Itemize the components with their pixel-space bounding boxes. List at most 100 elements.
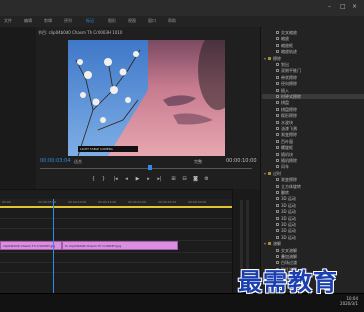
mark-in-icon[interactable]: { [90,176,97,183]
effects-item[interactable]: 油漆飞溅 [262,126,364,131]
effect-icon [276,120,279,124]
timeline-playhead[interactable] [53,199,54,293]
effects-item[interactable]: 带状擦除 [262,75,364,80]
effects-item-label: 风车 [281,164,289,170]
effects-folder[interactable]: ▾ 擦除 [262,56,364,61]
effects-item-label: 楔形擦除 [281,113,297,119]
effects-item-label: 棋盘 [281,100,289,106]
effect-icon [276,152,279,156]
effects-item[interactable]: 楔形擦除 [262,113,364,118]
effects-item[interactable]: 3D 运动 [262,196,364,201]
menu-item[interactable]: 窗口 [148,18,156,24]
effects-item-label: 3D 运动 [281,228,296,234]
source-panel [0,27,37,189]
track-divider [0,218,232,219]
effects-folder[interactable]: ▾ 溶解 [262,241,364,246]
effects-item[interactable]: 渐变擦除 [262,132,364,137]
menu-item[interactable]: 图形 [108,18,116,24]
effect-icon [276,223,279,226]
export-frame-icon[interactable]: ◙ [192,176,199,183]
effects-item[interactable]: 时钟式擦除 [262,94,364,99]
effects-item[interactable]: 翻转 [262,190,364,195]
fit-dropdown[interactable]: 适合 [74,159,82,165]
effects-item[interactable]: 交叉缩放 [262,30,364,35]
settings-icon[interactable]: ⚙ [203,176,210,183]
chevron-down-icon[interactable]: ▾ [264,241,266,246]
effects-item[interactable]: 径向擦除 [262,81,364,86]
effects-item[interactable]: 随机块 [262,152,364,157]
effects-item[interactable]: 风车 [262,164,364,169]
resolution-dropdown[interactable]: 完整 [194,159,202,165]
menu-item[interactable]: 序列 [64,18,72,24]
effects-item[interactable]: 螺旋框 [262,145,364,150]
effects-item[interactable]: 3D 运动 [262,228,364,233]
effects-item[interactable]: 立方体旋转 [262,184,364,189]
overwrite-icon[interactable]: ⊟ [181,176,188,183]
effects-item[interactable]: 缩放框 [262,43,364,48]
chevron-down-icon[interactable]: ▾ [264,56,266,61]
menu-item[interactable]: 文件 [4,18,12,24]
effects-item[interactable]: 百叶窗 [262,139,364,144]
effects-item[interactable]: 3D 运动 [262,216,364,221]
effects-item[interactable]: 划出 [262,62,364,67]
effects-item[interactable]: 随机擦除 [262,158,364,163]
ruler-tick: 00:00:25:00 [158,200,177,204]
go-to-in-icon[interactable]: |◂ [112,176,119,183]
video-preview[interactable]: LIGHT TABLE CAMERA [68,40,225,156]
effects-item-label: 3D 运动 [281,222,296,227]
track-divider [0,228,232,229]
effects-item-label: 带状擦除 [281,74,297,80]
effects-item[interactable]: 缩放 [262,36,364,41]
effects-folder[interactable]: ▾ 过时 [262,171,364,176]
menu-item-active[interactable]: 标记 [86,18,94,24]
effects-item[interactable]: 缩放轨迹 [262,49,364,54]
chevron-down-icon[interactable]: ▾ [264,171,266,176]
ruler-tick: 00:00 [2,200,11,204]
mark-out-icon[interactable]: } [100,176,107,183]
work-area-bar[interactable] [0,206,232,208]
taskbar-clock[interactable]: 10:04 2020/3/1 [340,296,358,306]
go-to-out-icon[interactable]: ▸| [156,176,163,183]
effect-icon [276,184,279,188]
preview-caption: LIGHT TABLE CAMERA [80,147,113,151]
effects-item[interactable]: 3D 运动 [262,222,364,227]
effects-item[interactable]: 3D 运动 [262,209,364,214]
effects-item[interactable]: 棋盘擦除 [262,107,364,112]
effects-item-label: 时钟式擦除 [281,94,301,99]
effects-item[interactable]: 渐变擦除 [262,177,364,182]
effects-item[interactable]: 3D 运动 [262,235,364,240]
effect-icon [276,210,279,214]
menu-item[interactable]: 编辑 [24,18,32,24]
effects-item[interactable]: 插入 [262,88,364,93]
play-icon[interactable]: ▶ [134,176,141,183]
current-timecode[interactable]: 00:00:03:04 [40,158,71,164]
scrubber-playhead[interactable] [148,165,152,170]
insert-icon[interactable]: ⊞ [170,176,177,183]
minimize-icon[interactable]: – [328,4,334,10]
effects-item[interactable]: 棋盘 [262,100,364,105]
effects-item-label: 交叉缩放 [281,30,297,35]
effects-item[interactable]: 叠加溶解 [262,254,364,259]
menu-item[interactable]: 帮助 [168,18,176,24]
timeline-clip[interactable]: fx clip04b0d0 Chasm Th Cr0003H.jpg [62,241,178,250]
effects-item[interactable]: 水波块 [262,120,364,125]
effects-item-label: 螺旋框 [281,145,293,151]
menu-item[interactable]: 剪辑 [44,18,52,24]
effects-item[interactable]: 3D 运动 [262,203,364,208]
menu-item[interactable]: 视图 [128,18,136,24]
effect-icon [276,95,279,98]
maximize-icon[interactable]: □ [340,4,346,10]
track-divider [0,262,232,263]
effects-tree: 交叉缩放 缩放 缩放框 缩放轨迹 ▾ 擦除 划出 双侧平推门 带状擦除 径向擦除 插入 时钟式擦除 棋盘… [262,30,364,292]
track-divider [0,272,232,273]
effect-icon [276,139,279,143]
monitor-scrubber[interactable] [40,168,252,169]
effects-item[interactable]: 双侧平推门 [262,68,364,73]
effect-icon [276,197,279,201]
effects-item[interactable]: 交叉溶解 [262,248,364,253]
close-icon[interactable]: × [352,4,358,10]
step-back-icon[interactable]: ◂ [123,176,130,183]
effect-icon [276,216,279,220]
step-forward-icon[interactable]: ▸ [145,176,152,183]
effects-item-label: 棋盘擦除 [281,106,297,112]
